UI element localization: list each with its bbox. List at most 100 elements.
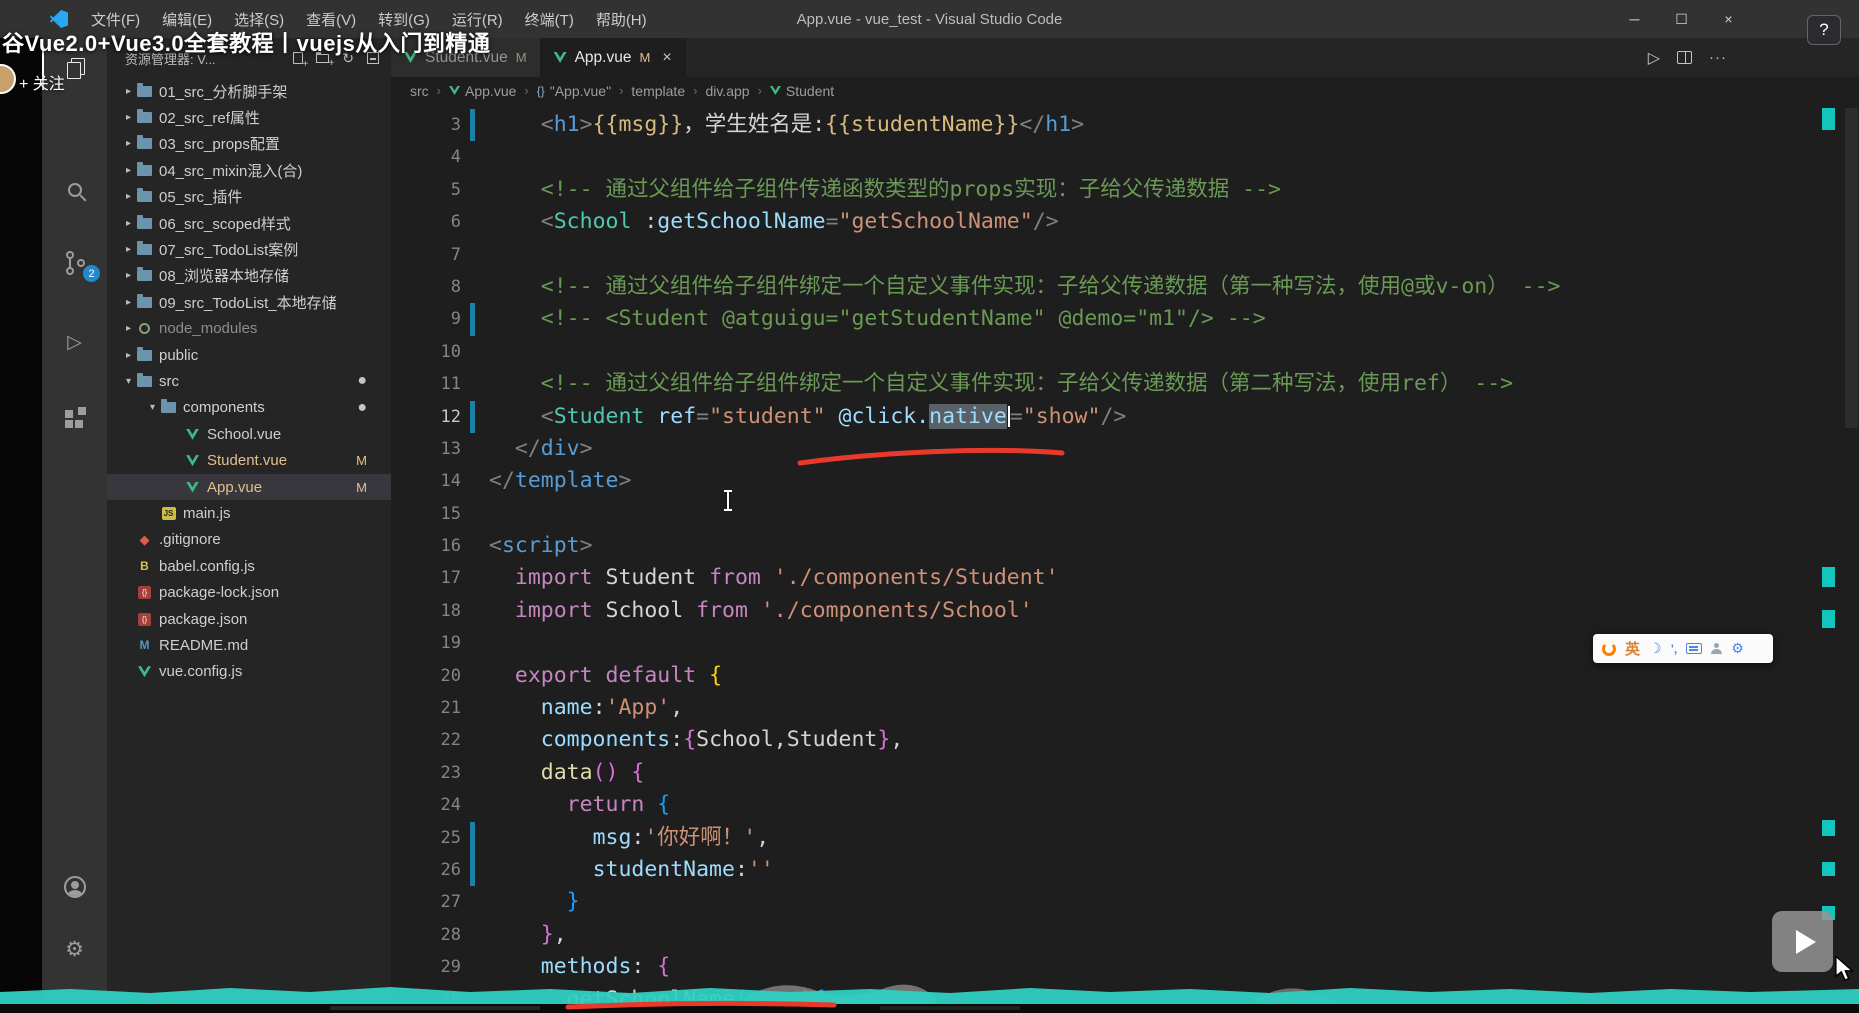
activity-extensions-button[interactable] xyxy=(42,396,107,440)
git-modified-gutter xyxy=(470,757,475,789)
tree-item-School.vue[interactable]: School.vue xyxy=(107,421,391,447)
tree-item-06_src_scoped样式[interactable]: ▸ 06_src_scoped样式 xyxy=(107,210,391,236)
help-badge[interactable]: ? xyxy=(1807,15,1841,45)
ime-person-icon[interactable] xyxy=(1711,643,1723,654)
code-line[interactable]: 24 return { xyxy=(391,789,1859,821)
code-line[interactable]: 4 xyxy=(391,141,1859,173)
editor-scrollbar[interactable] xyxy=(1845,108,1858,428)
split-editor-icon[interactable] xyxy=(1677,51,1692,64)
close-icon[interactable]: × xyxy=(1705,0,1752,38)
file-label: School.vue xyxy=(207,425,282,443)
code-line[interactable]: 6 <School :getSchoolName="getSchoolName"… xyxy=(391,206,1859,238)
tree-item-.gitignore[interactable]: .gitignore xyxy=(107,527,391,553)
code-line[interactable]: 10 xyxy=(391,336,1859,368)
tree-item-02_src_ref属性[interactable]: ▸ 02_src_ref属性 xyxy=(107,104,391,130)
activity-settings-button[interactable]: ⚙ xyxy=(42,927,107,971)
code-editor[interactable]: 3 <h1>{{msg}}，学生姓名是:{{studentName}}</h1>… xyxy=(391,104,1859,1003)
code-line[interactable]: 12 <Student ref="student" @click.native =… xyxy=(391,400,1859,433)
vue-icon xyxy=(136,664,153,679)
code-line[interactable]: 7 xyxy=(391,239,1859,271)
tree-item-App.vue[interactable]: App.vue M xyxy=(107,473,391,501)
breadcrumb-item[interactable]: {} "App.vue" xyxy=(537,83,611,99)
code-line[interactable]: 21 name:'App', xyxy=(391,692,1859,724)
tree-item-07_src_TodoList案例[interactable]: ▸ 07_src_TodoList案例 xyxy=(107,236,391,262)
breadcrumb-item[interactable]: div.app xyxy=(705,83,749,99)
code-line[interactable]: 14 </template> xyxy=(391,465,1859,497)
git-icon xyxy=(136,532,153,547)
ime-language-mode[interactable]: 英 xyxy=(1625,638,1640,659)
npm-icon xyxy=(136,612,153,627)
activity-search-button[interactable] xyxy=(42,168,107,212)
follow-button[interactable]: + 关注 xyxy=(19,70,65,94)
code-line[interactable]: 9 <!-- <Student @atguigu="getStudentName… xyxy=(391,303,1859,336)
tree-item-03_src_props配置[interactable]: ▸ 03_src_props配置 xyxy=(107,131,391,157)
ime-punctuation-icon[interactable]: ’, xyxy=(1671,642,1678,656)
tree-item-package-lock.json[interactable]: package-lock.json xyxy=(107,579,391,605)
code-line[interactable]: 30 getSchoolName(name){ xyxy=(391,984,1859,1003)
tree-item-08_浏览器本地存储[interactable]: ▸ 08_浏览器本地存储 xyxy=(107,263,391,289)
menu-item[interactable]: 终端(T) xyxy=(514,9,585,30)
line-number: 11 xyxy=(440,374,461,395)
tree-item-README.md[interactable]: README.md xyxy=(107,632,391,658)
code-line[interactable]: 26 studentName:'' xyxy=(391,853,1859,887)
code-line[interactable]: 20 export default { xyxy=(391,660,1859,692)
code-line[interactable]: 29 methods: { xyxy=(391,951,1859,983)
maximize-icon[interactable]: ☐ xyxy=(1658,0,1705,38)
code-line[interactable]: 27 } xyxy=(391,886,1859,918)
activity-run-debug-button[interactable]: ▷ xyxy=(42,320,107,364)
code-line[interactable]: 11 <!-- 通过父组件给子组件绑定一个自定义事件实现：子给父传递数据（第二种… xyxy=(391,368,1859,400)
code-line[interactable]: 17 import Student from './components/Stu… xyxy=(391,562,1859,594)
activity-source-control-button[interactable]: 2 xyxy=(42,241,107,285)
code-line[interactable]: 18 import School from './components/Scho… xyxy=(391,595,1859,627)
tree-item-main.js[interactable]: main.js xyxy=(107,500,391,526)
tree-item-public[interactable]: ▸ public xyxy=(107,342,391,368)
tree-item-vue.config.js[interactable]: vue.config.js xyxy=(107,659,391,685)
close-tab-icon[interactable]: × xyxy=(662,49,671,67)
code-text: <!-- 通过父组件给子组件绑定一个自定义事件实现：子给父传递数据（第一种写法，… xyxy=(540,273,1561,299)
vue-icon xyxy=(769,86,781,95)
run-file-icon[interactable]: ▷ xyxy=(1648,48,1660,68)
code-line[interactable]: 15 xyxy=(391,498,1859,530)
code-line[interactable]: 23 data() { xyxy=(391,757,1859,789)
breadcrumb-item[interactable]: template xyxy=(631,83,685,99)
code-line[interactable]: 3 <h1>{{msg}}，学生姓名是:{{studentName}}</h1> xyxy=(391,109,1859,142)
line-number: 8 xyxy=(450,276,461,297)
code-line[interactable]: 22 components:{School,Student}, xyxy=(391,724,1859,756)
more-actions-icon[interactable]: ··· xyxy=(1709,49,1727,66)
ime-keyboard-icon[interactable] xyxy=(1686,643,1703,654)
tree-item-09_src_TodoList_本地存储[interactable]: ▸ 09_src_TodoList_本地存储 xyxy=(107,289,391,315)
breadcrumb-item[interactable]: Student xyxy=(769,83,834,99)
folder-icon xyxy=(136,267,153,283)
minimize-icon[interactable]: ─ xyxy=(1611,0,1658,38)
tree-item-node_modules[interactable]: ▸ node_modules xyxy=(107,316,391,342)
chevron-down-icon: ▾ xyxy=(149,402,156,414)
tree-item-05_src_插件[interactable]: ▸ 05_src_插件 xyxy=(107,184,391,210)
tree-item-package.json[interactable]: package.json xyxy=(107,606,391,632)
breadcrumb-item[interactable]: src xyxy=(410,83,429,99)
chevron-right-icon: ▸ xyxy=(125,296,132,308)
menu-item[interactable]: 帮助(H) xyxy=(585,9,658,30)
ime-halfwidth-moon-icon[interactable]: ☽ xyxy=(1649,640,1662,657)
git-modified-gutter xyxy=(470,206,475,238)
tree-item-src[interactable]: ▾ src ● xyxy=(107,368,391,394)
tree-item-babel.config.js[interactable]: babel.config.js xyxy=(107,553,391,579)
code-line[interactable]: 5 <!-- 通过父组件给子组件传递函数类型的props实现：子给父传递数据 -… xyxy=(391,174,1859,206)
breadcrumb-item[interactable]: App.vue xyxy=(449,83,516,99)
tab-modified-badge: M xyxy=(639,50,651,65)
code-line[interactable]: 28 }, xyxy=(391,919,1859,951)
tab-app-vue[interactable]: App.vue M × xyxy=(540,38,686,77)
ime-settings-icon[interactable]: ⚙ xyxy=(1731,640,1744,657)
line-number: 27 xyxy=(440,892,461,913)
tree-item-components[interactable]: ▾ components ● xyxy=(107,395,391,421)
code-line[interactable]: 25 msg:'你好啊！', xyxy=(391,821,1859,854)
ime-toolbar[interactable]: 英 ☽ ’, ⚙ xyxy=(1593,634,1773,663)
tree-item-Student.vue[interactable]: Student.vue M xyxy=(107,447,391,473)
tree-item-01_src_分析脚手架[interactable]: ▸ 01_src_分析脚手架 xyxy=(107,78,391,104)
code-line[interactable]: 16 <script> xyxy=(391,530,1859,562)
tree-item-04_src_mixin混入(合)[interactable]: ▸ 04_src_mixin混入(合) xyxy=(107,157,391,183)
activity-account-button[interactable] xyxy=(42,865,107,909)
code-line[interactable]: 13 </div> xyxy=(391,433,1859,465)
play-overlay-button[interactable] xyxy=(1772,911,1833,972)
code-line[interactable]: 8 <!-- 通过父组件给子组件绑定一个自定义事件实现：子给父传递数据（第一种写… xyxy=(391,271,1859,303)
file-label: 03_src_props配置 xyxy=(159,136,280,154)
